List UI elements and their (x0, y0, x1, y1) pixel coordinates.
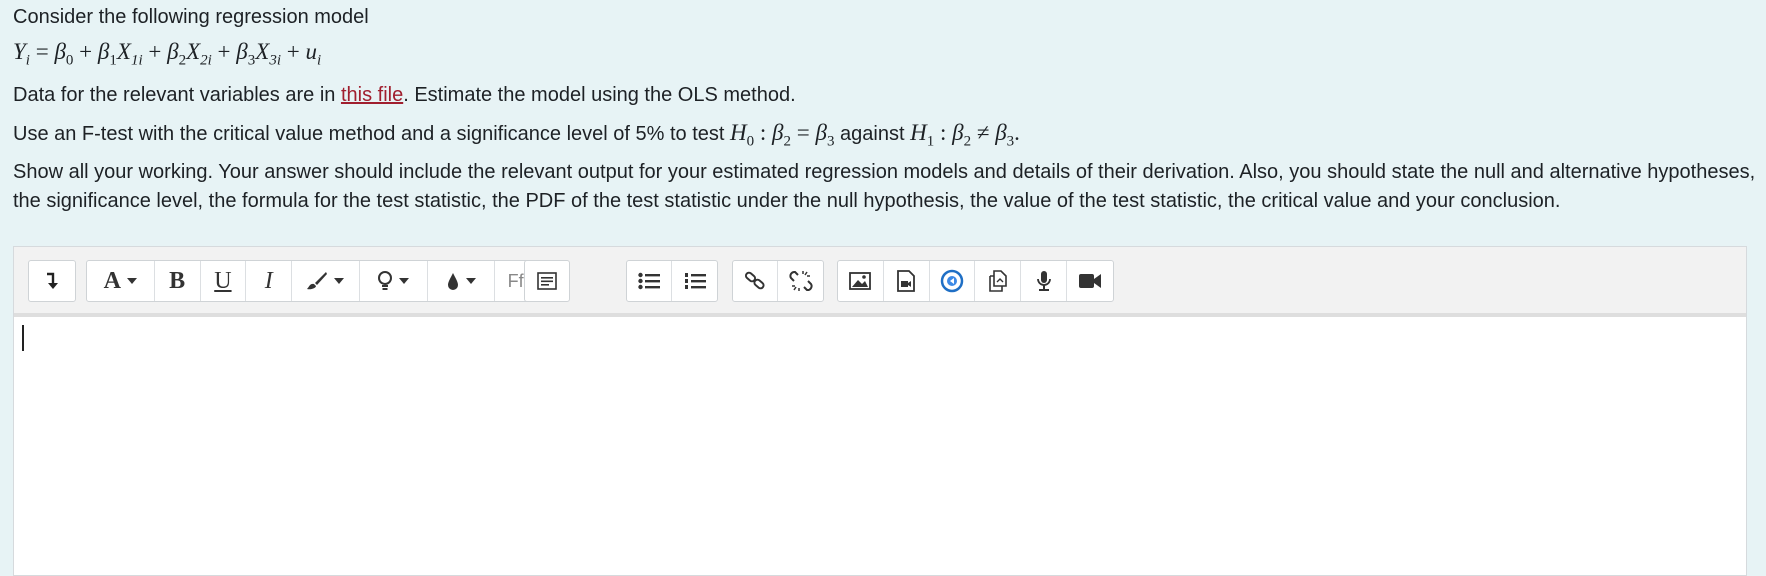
ordered-list-icon[interactable] (672, 261, 717, 301)
paint-brush-icon[interactable] (292, 261, 360, 301)
image-icon[interactable] (838, 261, 884, 301)
this-file-link[interactable]: this file (341, 84, 403, 106)
editor-toolbar: A B U I Ff (14, 247, 1746, 313)
toolbar-group-lists (626, 260, 718, 302)
ftest-instructions: Use an F-test with the critical value me… (13, 120, 1020, 150)
toolbar-group-links (732, 260, 824, 302)
bold-icon[interactable]: B (155, 261, 201, 301)
collapse-icon[interactable] (29, 261, 75, 301)
recordrtc-icon[interactable] (930, 261, 976, 301)
data-instructions: Data for the relevant variables are in t… (13, 84, 796, 106)
toolbar-group-collapse (28, 260, 76, 302)
unordered-list-icon[interactable] (627, 261, 673, 301)
font-size-icon[interactable]: A (87, 261, 155, 301)
toolbar-group-media (837, 260, 1114, 302)
media-icon[interactable] (884, 261, 930, 301)
lightbulb-icon[interactable] (360, 261, 428, 301)
underline-icon[interactable]: U (201, 261, 247, 301)
toolbar-group-style: A B U I Ff (86, 260, 553, 302)
regression-equation: Yi = β0 + β1X1i + β2X2i + β3X3i + ui (13, 39, 322, 69)
paragraph-icon[interactable] (525, 261, 569, 301)
color-drop-icon[interactable] (428, 261, 496, 301)
link-icon[interactable] (733, 261, 779, 301)
toolbar-group-paragraph (524, 260, 570, 302)
microphone-icon[interactable] (1021, 261, 1068, 301)
working-instructions: Show all your working. Your answer shoul… (13, 161, 1756, 212)
video-camera-icon[interactable] (1067, 261, 1113, 301)
editor-content-area[interactable] (14, 313, 1746, 575)
answer-editor: A B U I Ff (13, 246, 1747, 576)
question-intro: Consider the following regression model (13, 6, 369, 28)
unlink-icon[interactable] (778, 261, 823, 301)
italic-icon[interactable]: I (246, 261, 293, 301)
text-cursor (22, 325, 24, 351)
copy-icon[interactable] (975, 261, 1022, 301)
